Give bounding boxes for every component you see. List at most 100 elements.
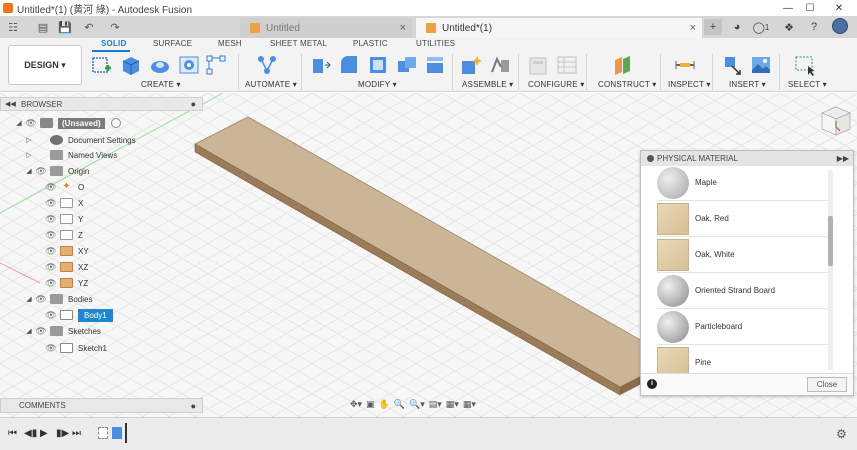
notifications-bell-icon[interactable]: ❖ <box>780 19 798 35</box>
physical-material-header[interactable]: PHYSICAL MATERIAL ▶▶ <box>641 151 853 166</box>
redo-icon[interactable]: ↷ <box>106 19 124 35</box>
fit-zoom-icon[interactable]: 🔍▾ <box>409 399 425 410</box>
save-icon[interactable]: 💾 <box>58 19 72 35</box>
browser-row-sketch1[interactable]: 👁 Sketch1 <box>44 341 107 355</box>
visibility-eye-icon[interactable]: 👁 <box>44 230 58 241</box>
viewports-icon[interactable]: ▦▾ <box>463 399 476 410</box>
browser-row-origin-point[interactable]: 👁 ✦ O <box>44 180 84 194</box>
tab-utilities[interactable]: UTILITIES <box>416 39 455 48</box>
inspect-group-label[interactable]: INSPECT ▾ <box>668 80 711 89</box>
expand-icon[interactable]: ▷ <box>24 151 34 159</box>
display-settings-icon[interactable]: ▤▾ <box>429 399 442 410</box>
tab-untitled-1[interactable]: Untitled*(1) × <box>416 18 702 38</box>
board-front-face[interactable] <box>194 143 621 396</box>
material-list-scrollbar[interactable] <box>828 170 833 370</box>
offset-plane-icon[interactable] <box>612 54 634 76</box>
visibility-eye-icon[interactable]: 👁 <box>44 262 58 273</box>
tab-solid[interactable]: SOLID <box>101 39 126 48</box>
timeline-extrude-feature-icon[interactable] <box>112 427 122 439</box>
assemble-group-label[interactable]: ASSEMBLE ▾ <box>462 80 513 89</box>
tab-untitled[interactable]: Untitled × <box>240 18 412 38</box>
expand-icon[interactable]: ◢ <box>24 295 34 303</box>
visibility-eye-icon[interactable]: 👁 <box>44 310 58 321</box>
hole-icon[interactable] <box>178 54 200 76</box>
collapse-browser-icon[interactable]: ◀◀ <box>5 100 16 108</box>
info-icon[interactable]: i <box>647 379 657 389</box>
insert-canvas-icon[interactable] <box>750 54 772 76</box>
go-to-start-icon[interactable]: ⏮ <box>8 428 17 439</box>
close-button[interactable]: Close <box>807 377 847 392</box>
expand-panel-icon[interactable]: ▶▶ <box>837 154 849 163</box>
visibility-eye-icon[interactable]: 👁 <box>34 294 48 305</box>
create-sketch-icon[interactable] <box>91 54 113 76</box>
add-comment-icon[interactable]: ● <box>191 401 196 411</box>
browser-row-xz-plane[interactable]: 👁 XZ <box>44 260 88 274</box>
browser-row-x-axis[interactable]: 👁 X <box>44 196 83 210</box>
look-at-icon[interactable]: ▣ <box>366 399 375 410</box>
step-forward-icon[interactable]: ▮▶ <box>56 428 69 439</box>
browser-row-named-views[interactable]: ▷ Named Views <box>24 148 117 162</box>
browser-row-bodies[interactable]: ◢ 👁 Bodies <box>24 292 92 306</box>
shell-icon[interactable] <box>367 54 389 76</box>
zoom-icon[interactable]: 🔍 <box>394 399 405 410</box>
help-icon[interactable]: ? <box>805 19 823 35</box>
step-back-icon[interactable]: ◀▮ <box>24 428 37 439</box>
browser-options-icon[interactable]: ● <box>191 99 196 109</box>
tab-mesh[interactable]: MESH <box>218 39 242 48</box>
new-component-icon[interactable] <box>460 54 482 76</box>
expand-icon[interactable]: ◢ <box>14 119 24 127</box>
construct-group-label[interactable]: CONSTRUCT ▾ <box>598 80 657 89</box>
press-pull-icon[interactable] <box>309 54 331 76</box>
pan-hand-icon[interactable]: ✋ <box>379 399 390 410</box>
file-menu-icon[interactable]: ▤ <box>34 19 52 35</box>
visibility-eye-icon[interactable]: 👁 <box>44 198 58 209</box>
tab-close-icon[interactable]: × <box>400 22 406 34</box>
go-to-end-icon[interactable]: ⏭ <box>72 428 81 439</box>
browser-row-body1[interactable]: 👁 Body1 <box>44 308 113 322</box>
material-item-oak-white[interactable]: Oak, White <box>657 237 829 273</box>
visibility-eye-icon[interactable]: 👁 <box>44 343 58 354</box>
panel-menu-icon[interactable] <box>647 155 654 162</box>
comments-panel-header[interactable]: COMMENTS ● <box>0 398 203 413</box>
material-item-particleboard[interactable]: Particleboard <box>657 309 829 345</box>
tab-close-icon[interactable]: × <box>690 22 696 34</box>
visibility-eye-icon[interactable]: 👁 <box>24 118 38 129</box>
job-status-icon[interactable]: ◯ 1 <box>750 19 772 35</box>
tab-sheet-metal[interactable]: SHEET METAL <box>270 39 327 48</box>
browser-row-y-axis[interactable]: 👁 Y <box>44 212 83 226</box>
select-icon[interactable] <box>794 54 816 76</box>
configuration-table-icon[interactable] <box>556 54 578 76</box>
configure-icon[interactable] <box>527 54 549 76</box>
material-item-maple[interactable]: Maple <box>657 165 829 201</box>
measure-icon[interactable] <box>674 54 696 76</box>
tab-surface[interactable]: SURFACE <box>153 39 192 48</box>
insert-group-label[interactable]: INSERT ▾ <box>729 80 766 89</box>
browser-row-yz-plane[interactable]: 👁 YZ <box>44 276 88 290</box>
timeline-sketch-feature-icon[interactable] <box>98 427 108 439</box>
automate-icon[interactable] <box>256 54 278 76</box>
undo-icon[interactable]: ↶ <box>80 19 98 35</box>
play-icon[interactable]: ▶ <box>40 428 48 439</box>
combine-icon[interactable] <box>396 54 418 76</box>
browser-row-xy-plane[interactable]: 👁 XY <box>44 244 89 258</box>
timeline-settings-gear-icon[interactable]: ⚙ <box>836 427 847 441</box>
material-item-oriented-strand-board[interactable]: Oriented Strand Board <box>657 273 829 309</box>
configure-group-label[interactable]: CONFIGURE ▾ <box>528 80 584 89</box>
revolve-icon[interactable] <box>149 54 171 76</box>
visibility-eye-icon[interactable]: 👁 <box>44 246 58 257</box>
select-group-label[interactable]: SELECT ▾ <box>788 80 827 89</box>
grid-settings-icon[interactable]: ▦▾ <box>446 399 459 410</box>
expand-icon[interactable]: ▷ <box>24 136 34 144</box>
modify-group-label[interactable]: MODIFY ▾ <box>358 80 397 89</box>
visibility-eye-icon[interactable]: 👁 <box>44 214 58 225</box>
app-grid-icon[interactable]: ☷ <box>6 19 20 35</box>
visibility-eye-icon[interactable]: 👁 <box>34 166 48 177</box>
maximize-button[interactable]: ☐ <box>796 0 824 16</box>
visibility-eye-icon[interactable]: 👁 <box>34 326 48 337</box>
workspace-switcher-button[interactable]: DESIGN ▾ <box>8 45 82 85</box>
visibility-eye-icon[interactable]: 👁 <box>44 278 58 289</box>
insert-derive-icon[interactable] <box>722 54 744 76</box>
activate-radio-icon[interactable] <box>110 118 121 128</box>
extensions-icon[interactable]: ◕ <box>728 19 746 35</box>
tab-plastic[interactable]: PLASTIC <box>353 39 388 48</box>
